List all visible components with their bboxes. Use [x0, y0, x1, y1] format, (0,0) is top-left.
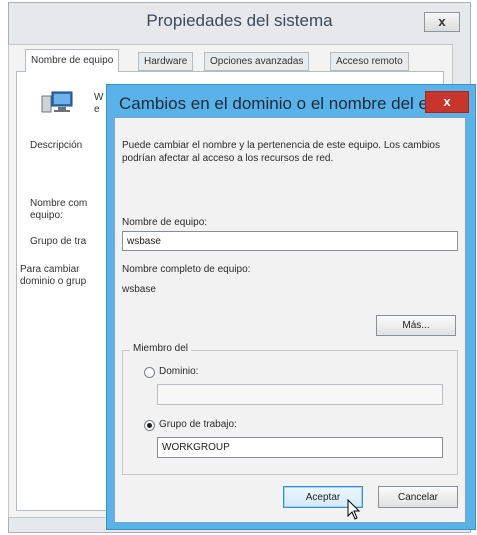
mouse-cursor-icon — [347, 498, 363, 523]
computer-name-input[interactable] — [122, 231, 458, 251]
full-name-label-2: equipo: — [30, 210, 63, 221]
workgroup-radio-label[interactable]: Grupo de trabajo: — [159, 419, 237, 430]
system-properties-title: Propiedades del sistema — [146, 11, 333, 30]
cancel-button[interactable]: Cancelar — [378, 486, 458, 508]
workgroup-radio[interactable] — [144, 420, 155, 431]
domain-radio-label[interactable]: Dominio: — [159, 366, 198, 377]
description-label: Descripción — [30, 140, 83, 151]
change-hint-text-2: dominio o grup — [20, 276, 87, 287]
domain-radio[interactable] — [144, 367, 155, 378]
tab-computer-name[interactable]: Nombre de equipo — [25, 49, 120, 72]
tab-advanced-options[interactable]: Opciones avanzadas — [204, 52, 310, 71]
tab-hardware[interactable]: Hardware — [138, 52, 194, 71]
computer-icon — [40, 90, 74, 116]
full-computer-name-value: wsbase — [122, 284, 156, 295]
radio-selected-dot — [147, 423, 152, 428]
computer-name-label: Nombre de equipo: — [122, 217, 208, 228]
dialog-close-button[interactable]: x — [425, 91, 469, 113]
full-name-label: Nombre com — [30, 198, 88, 209]
info-text: Puede cambiar el nombre y la pertenencia… — [122, 140, 440, 164]
domain-input[interactable] — [157, 384, 443, 405]
bg-partial-text: W — [94, 92, 104, 103]
workgroup-input[interactable] — [157, 437, 443, 458]
bg-partial-text: e — [94, 104, 100, 115]
full-computer-name-label: Nombre completo de equipo: — [122, 264, 251, 275]
system-properties-close-button[interactable]: x — [424, 12, 460, 32]
more-button[interactable]: Más... — [376, 315, 456, 336]
workgroup-label: Grupo de tra — [30, 236, 87, 247]
close-icon: x — [443, 94, 451, 109]
dialog-title: Cambios en el dominio o el nombre del e.… — [119, 94, 443, 113]
tab-remote-access[interactable]: Acceso remoto — [330, 52, 409, 71]
change-hint-text: Para cambiar — [20, 264, 80, 275]
member-of-label: Miembro del — [130, 343, 192, 354]
